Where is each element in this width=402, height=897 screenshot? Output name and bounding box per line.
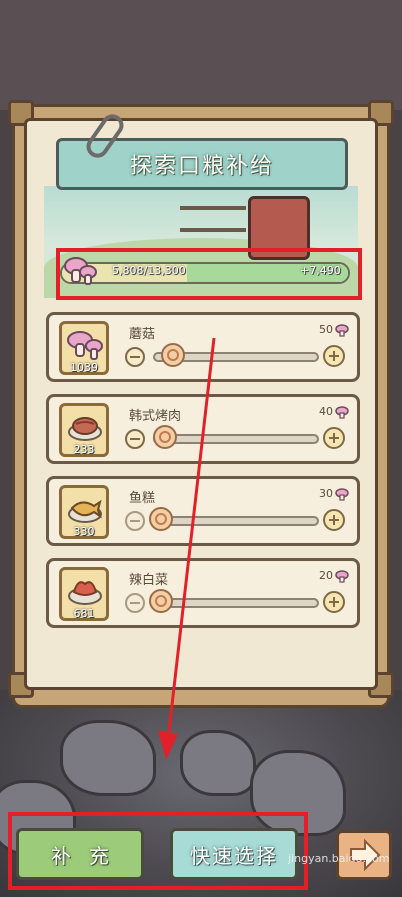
- decrease-button[interactable]: [125, 593, 145, 613]
- decrease-button[interactable]: [125, 347, 145, 367]
- increase-button[interactable]: [323, 427, 345, 449]
- list-item: 330 鱼糕 30: [46, 476, 360, 546]
- item-name: 辣白菜: [129, 573, 169, 588]
- increase-button[interactable]: [323, 345, 345, 367]
- item-count: 330: [73, 525, 95, 538]
- item-count: 681: [73, 607, 95, 620]
- item-cost: 30: [319, 487, 333, 500]
- item-name: 鱼糕: [129, 491, 156, 506]
- mushroom-icon: [335, 406, 349, 419]
- highlight-box-progress: [56, 248, 362, 300]
- item-icon-frame: 233: [59, 403, 109, 457]
- slider-knob[interactable]: [153, 425, 178, 449]
- list-item: 681 辣白菜 20: [46, 558, 360, 628]
- item-icon-frame: 1039: [59, 321, 109, 375]
- quantity-slider[interactable]: [153, 516, 319, 526]
- mushroom-icon: [67, 331, 103, 360]
- scene-fence: [180, 206, 246, 232]
- mushroom-icon: [335, 570, 349, 583]
- item-count: 233: [73, 443, 95, 456]
- kimchi-icon: [68, 581, 102, 605]
- fish-cake-icon: [68, 499, 102, 523]
- quantity-slider[interactable]: [153, 434, 319, 444]
- mushroom-icon: [335, 324, 349, 337]
- item-cost: 20: [319, 569, 333, 582]
- list-item: 233 韩式烤肉 40: [46, 394, 360, 464]
- item-count: 1039: [70, 361, 98, 374]
- background-top: [0, 0, 402, 110]
- bbq-meat-icon: [68, 417, 102, 441]
- increase-button[interactable]: [323, 591, 345, 613]
- list-item: 1039 蘑菇 50: [46, 312, 360, 382]
- rock: [60, 720, 156, 796]
- watermark: jingyan.baidu.com: [288, 852, 390, 865]
- mushroom-icon: [335, 488, 349, 501]
- slider-knob[interactable]: [149, 507, 173, 531]
- item-icon-frame: 330: [59, 485, 109, 539]
- decrease-button[interactable]: [125, 511, 145, 531]
- quantity-slider[interactable]: [153, 598, 319, 608]
- decrease-button[interactable]: [125, 429, 145, 449]
- item-name: 韩式烤肉: [129, 409, 182, 424]
- item-cost: 40: [319, 405, 333, 418]
- item-icon-frame: 681: [59, 567, 109, 621]
- rock: [180, 730, 256, 796]
- slider-knob[interactable]: [149, 589, 173, 613]
- item-name: 蘑菇: [129, 327, 156, 342]
- slider-knob[interactable]: [160, 343, 185, 367]
- highlight-box-buttons: [8, 812, 308, 890]
- increase-button[interactable]: [323, 509, 345, 531]
- item-cost: 50: [319, 323, 333, 336]
